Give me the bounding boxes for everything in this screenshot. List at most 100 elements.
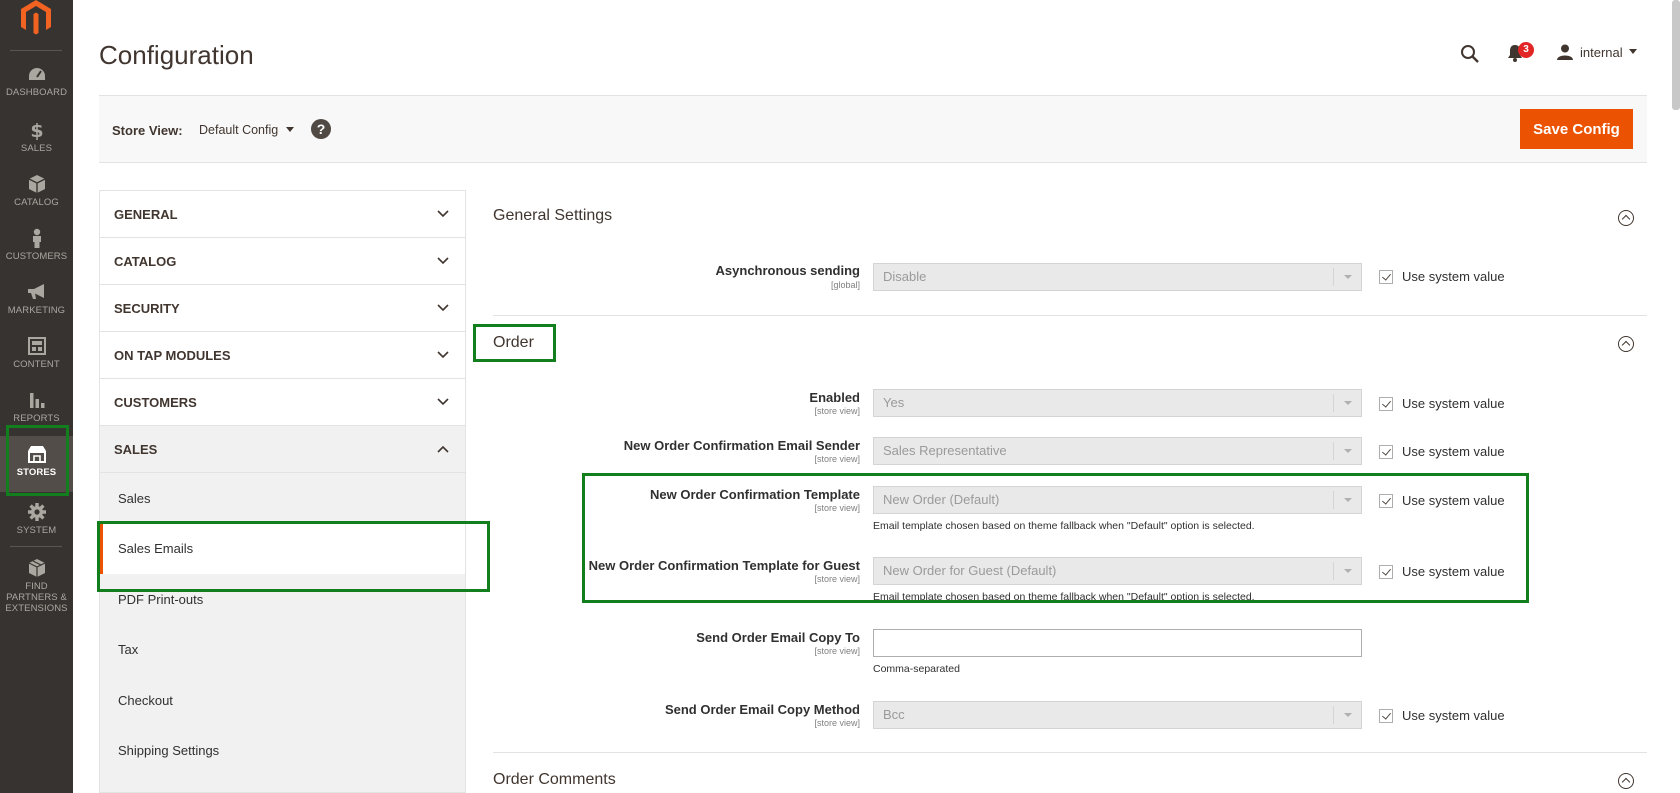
copy-method-use-system-value[interactable]: Use system value (1379, 708, 1505, 723)
checkbox-checked[interactable] (1379, 396, 1393, 411)
page-scrollbar[interactable] (1672, 0, 1680, 110)
chevron-down-icon (437, 351, 449, 359)
async-sending-use-system-value[interactable]: Use system value (1379, 269, 1505, 284)
checkbox-checked[interactable] (1379, 269, 1393, 284)
email-sender-use-system-value[interactable]: Use system value (1379, 444, 1505, 459)
chevron-up-icon (437, 445, 449, 453)
chevron-down-icon (437, 398, 449, 406)
nav-label: FIND PARTNERS & EXTENSIONS (5, 581, 68, 614)
nav-partners[interactable]: FIND PARTNERS & EXTENSIONS (0, 550, 73, 614)
email-sender-label: New Order Confirmation Email Sender (623, 438, 860, 453)
collapse-circle-icon[interactable] (1618, 210, 1634, 226)
tab-catalog[interactable]: CATALOG (100, 238, 465, 285)
tab-on-tap-modules[interactable]: ON TAP MODULES (100, 332, 465, 379)
section-divider (493, 752, 1647, 753)
tab-item-checkout[interactable]: Checkout (100, 675, 465, 726)
store-view-value: Default Config (199, 123, 279, 137)
nav-label: SYSTEM (16, 525, 57, 536)
checkbox-label: Use system value (1402, 444, 1505, 459)
checkbox-label: Use system value (1402, 269, 1505, 284)
save-config-button[interactable]: Save Config (1520, 109, 1633, 149)
user-name: internal (1580, 44, 1623, 60)
user-menu[interactable]: internal (1556, 44, 1637, 60)
logo-divider (10, 50, 62, 51)
box-icon (28, 175, 45, 193)
async-sending-scope: [global] (830, 280, 860, 290)
copy-to-label: Send Order Email Copy To (696, 630, 860, 645)
checkbox-label: Use system value (1402, 396, 1505, 411)
tab-general[interactable]: GENERAL (100, 191, 465, 238)
tab-customers[interactable]: CUSTOMERS (100, 379, 465, 426)
tab-label: SECURITY (114, 300, 180, 316)
chevron-down-icon (437, 257, 449, 265)
tab-item-tax[interactable]: Tax (100, 625, 465, 676)
person-icon (32, 228, 41, 248)
nav-label: SALES (20, 143, 53, 154)
bar-chart-icon (29, 393, 44, 408)
tab-sales[interactable]: SALES (100, 426, 465, 473)
megaphone-icon (27, 284, 44, 299)
tab-label: GENERAL (114, 206, 178, 222)
store-view-label: Store View: (112, 123, 183, 138)
chevron-down-icon (437, 304, 449, 312)
help-icon[interactable]: ? (311, 119, 331, 139)
tab-item-shipping-settings[interactable]: Shipping Settings (100, 726, 465, 777)
nav-catalog[interactable]: CATALOG (0, 166, 73, 218)
section-general-settings-title[interactable]: General Settings (493, 207, 612, 225)
nav-label: CUSTOMERS (5, 251, 68, 262)
user-icon (1557, 44, 1573, 60)
enabled-select[interactable]: Yes (873, 389, 1362, 417)
tab-security[interactable]: SECURITY (100, 285, 465, 332)
nav-sales[interactable]: $ SALES (0, 112, 73, 164)
nav-label: CONTENT (13, 359, 60, 370)
layout-icon (27, 337, 46, 355)
store-view-switcher[interactable]: Default Config (199, 123, 295, 137)
async-sending-label: Asynchronous sending (715, 263, 860, 278)
dollar-icon: $ (30, 120, 43, 140)
copy-method-scope: [store view] (814, 718, 860, 728)
copy-method-select[interactable]: Bcc (873, 701, 1362, 729)
enabled-scope: [store view] (814, 406, 860, 416)
section-divider (493, 315, 1647, 316)
nav-content[interactable]: CONTENT (0, 328, 73, 380)
tab-label: ON TAP MODULES (114, 347, 231, 363)
checkbox-checked[interactable] (1379, 708, 1393, 723)
nav-dashboard[interactable]: DASHBOARD (0, 58, 73, 110)
collapse-circle-icon[interactable] (1618, 336, 1634, 352)
collapse-circle-icon[interactable] (1618, 773, 1634, 789)
copy-method-label: Send Order Email Copy Method (664, 702, 860, 717)
nav-marketing[interactable]: MARKETING (0, 274, 73, 326)
checkbox-checked[interactable] (1379, 444, 1393, 459)
caret-down-icon (286, 127, 295, 132)
chevron-down-icon (437, 210, 449, 218)
tab-item-sales[interactable]: Sales (100, 473, 465, 524)
select-value: Yes (883, 395, 905, 410)
notification-count-badge[interactable]: 3 (1518, 42, 1534, 58)
nav-label: MARKETING (7, 305, 66, 316)
section-order-comments-title[interactable]: Order Comments (493, 771, 616, 789)
checkbox-label: Use system value (1402, 708, 1505, 723)
email-sender-scope: [store view] (814, 454, 860, 464)
tab-label: SALES (114, 441, 158, 457)
select-value: Disable (883, 269, 927, 284)
nav-divider (10, 546, 62, 547)
select-value: Bcc (883, 707, 905, 722)
select-arrow-icon (1333, 442, 1361, 460)
enabled-label: Enabled (809, 390, 860, 405)
page-title: Configuration (99, 40, 254, 70)
nav-label: CATALOG (14, 197, 59, 208)
nav-label: REPORTS (13, 413, 60, 424)
gauge-icon (28, 68, 45, 80)
select-arrow-icon (1333, 268, 1361, 286)
search-icon[interactable] (1460, 44, 1480, 64)
enabled-use-system-value[interactable]: Use system value (1379, 396, 1505, 411)
magento-logo-icon[interactable] (20, 0, 52, 36)
copy-to-note: Comma-separated (873, 663, 960, 675)
async-sending-select[interactable]: Disable (873, 263, 1362, 291)
sales-emails-highlight-box (97, 521, 490, 592)
nav-system[interactable]: SYSTEM (0, 494, 73, 546)
copy-to-input[interactable] (873, 629, 1362, 657)
email-sender-select[interactable]: Sales Representative (873, 437, 1362, 465)
nav-label: DASHBOARD (5, 87, 68, 98)
nav-customers[interactable]: CUSTOMERS (0, 220, 73, 272)
